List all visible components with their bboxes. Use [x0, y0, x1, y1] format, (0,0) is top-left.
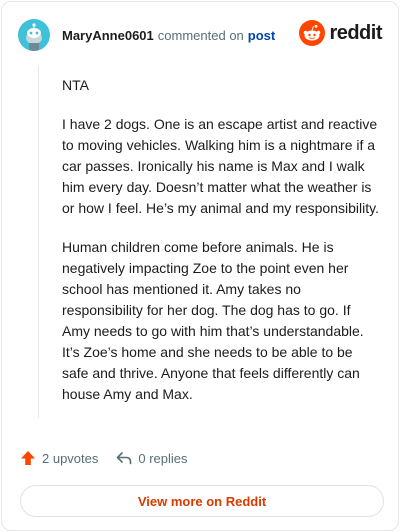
upvote-arrow-icon — [21, 451, 35, 465]
user-avatar-icon[interactable] — [18, 19, 50, 51]
post-link[interactable]: post — [248, 28, 275, 43]
view-more-button[interactable]: View more on Reddit — [20, 485, 384, 517]
reddit-snoo-icon — [299, 20, 326, 46]
reddit-logo[interactable]: reddit — [299, 20, 382, 46]
comment-paragraph: I have 2 dogs. One is an escape artist a… — [62, 116, 379, 216]
comment-body: NTA I have 2 dogs. One is an escape arti… — [62, 75, 380, 423]
comment-actions: 2 upvotes 0 replies — [20, 450, 188, 466]
reddit-wordmark: reddit — [329, 21, 382, 44]
comment-meta: MaryAnne0601 commented on post — [62, 28, 275, 43]
reply-button[interactable]: 0 replies — [116, 450, 188, 466]
upvote-button[interactable]: 2 upvotes — [20, 450, 98, 466]
reply-count: 0 replies — [138, 450, 188, 466]
commented-on-text: commented on — [157, 27, 244, 43]
upvote-count: 2 upvotes — [42, 450, 99, 466]
username-link[interactable]: MaryAnne0601 — [62, 28, 154, 43]
comment-header: MaryAnne0601 commented on post reddit — [18, 18, 382, 52]
comment-paragraph: NTA — [62, 77, 89, 93]
comment-paragraph: Human children come before animals. He i… — [62, 239, 364, 402]
reply-arrow-icon — [117, 452, 132, 465]
comment-card: MaryAnne0601 commented on post reddit NT… — [1, 1, 399, 531]
thread-line — [38, 66, 39, 418]
